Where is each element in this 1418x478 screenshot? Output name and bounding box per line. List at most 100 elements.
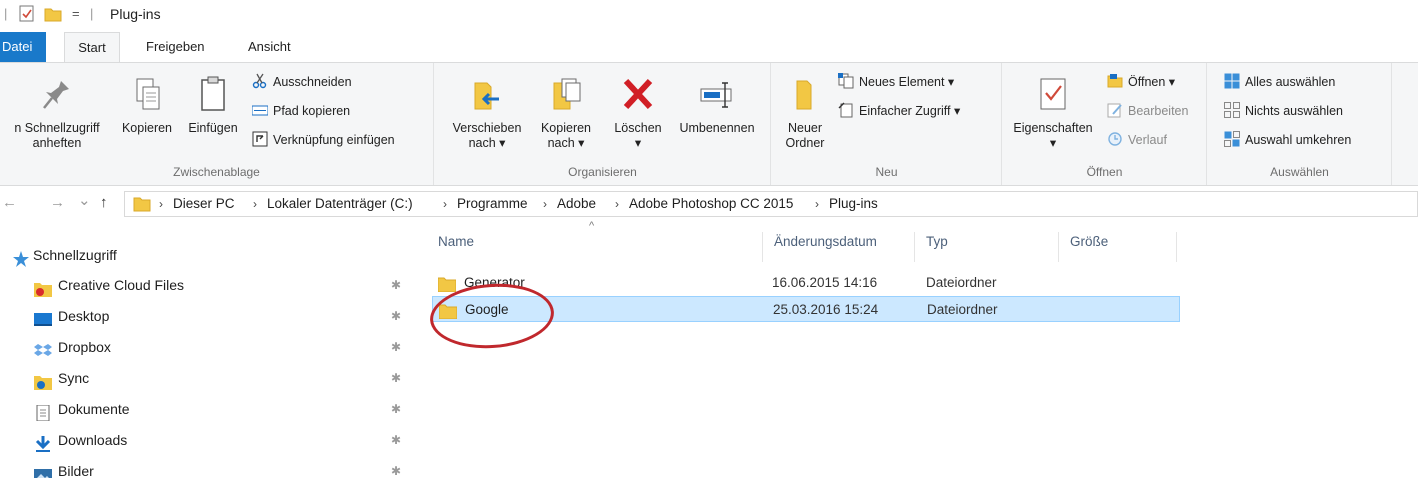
edit-button[interactable]: Bearbeiten <box>1107 100 1188 122</box>
sync-folder-icon <box>34 370 52 390</box>
nav-item-dokumente[interactable]: Dokumente ✱ <box>0 394 412 424</box>
file-row-google[interactable]: Google 25.03.2016 15:24 Dateiordner <box>432 296 1180 322</box>
cut-label: Ausschneiden <box>273 75 352 89</box>
select-none-label: Nichts auswählen <box>1245 104 1343 118</box>
rename-button[interactable]: Umbenennen <box>671 75 763 136</box>
copy-to-button[interactable]: Kopieren nach ▾ <box>533 75 599 151</box>
sort-indicator: ^ <box>589 220 595 232</box>
column-divider[interactable] <box>762 232 763 262</box>
easy-access-button[interactable]: Einfacher Zugriff ▾ <box>838 100 960 122</box>
breadcrumb-separator: › <box>615 197 619 211</box>
pictures-icon <box>34 463 52 478</box>
download-arrow-icon <box>34 432 52 452</box>
column-header-type[interactable]: Typ <box>926 234 948 249</box>
open-group-label: Öffnen <box>1086 165 1123 179</box>
address-field[interactable]: › Dieser PC › Lokaler Datenträger (C:) ›… <box>124 191 1418 217</box>
quick-access-separator: | <box>4 6 8 21</box>
easy-access-label: Einfacher Zugriff ▾ <box>859 104 961 118</box>
column-divider[interactable] <box>1176 232 1177 262</box>
dropbox-icon <box>34 339 52 356</box>
nav-item-desktop[interactable]: Desktop ✱ <box>0 301 412 331</box>
pin-icon[interactable]: ✱ <box>391 301 401 331</box>
pin-icon <box>39 75 75 115</box>
documents-icon <box>34 401 52 422</box>
delete-dropdown: ▾ <box>634 136 642 150</box>
pin-quick-access-button[interactable]: n Schnellzugriff anheften <box>0 75 114 151</box>
tab-start[interactable]: Start <box>64 32 120 63</box>
select-all-button[interactable]: Alles auswählen <box>1224 71 1335 93</box>
pin-icon[interactable]: ✱ <box>391 456 401 478</box>
nav-item-bilder[interactable]: Bilder ✱ <box>0 456 412 478</box>
pin-icon[interactable]: ✱ <box>391 363 401 393</box>
select-none-icon <box>1224 102 1240 118</box>
column-header-date[interactable]: Änderungsdatum <box>774 234 877 249</box>
breadcrumb-photoshop[interactable]: Adobe Photoshop CC 2015 <box>629 192 793 216</box>
tab-freigeben[interactable]: Freigeben <box>138 32 213 62</box>
quick-access-dropdown[interactable]: = <box>72 6 80 21</box>
copy-path-icon <box>251 102 269 118</box>
new-folder-button[interactable]: Neuer Ordner <box>776 75 834 151</box>
cut-button[interactable]: Ausschneiden <box>252 71 352 93</box>
pin-icon[interactable]: ✱ <box>391 332 401 362</box>
move-to-button[interactable]: Verschieben nach ▾ <box>449 75 525 151</box>
file-date: 16.06.2015 14:16 <box>772 275 878 290</box>
new-item-button[interactable]: Neues Element ▾ <box>838 71 954 93</box>
paste-button[interactable]: Einfügen <box>180 75 246 136</box>
pin-icon[interactable]: ✱ <box>391 394 401 424</box>
nav-item-creative-cloud-files[interactable]: Creative Cloud Files ✱ <box>0 270 412 300</box>
invert-selection-label: Auswahl umkehren <box>1245 133 1352 147</box>
nav-item-dropbox[interactable]: Dropbox ✱ <box>0 332 412 362</box>
recent-locations-button[interactable]: ⌄ <box>78 191 91 209</box>
breadcrumb-adobe[interactable]: Adobe <box>557 192 596 216</box>
delete-button[interactable]: Löschen ▾ <box>607 75 669 151</box>
back-button[interactable]: ← <box>2 194 17 211</box>
file-name: Google <box>465 302 509 317</box>
copy-path-button[interactable]: Pfad kopieren <box>251 100 350 122</box>
select-group: Alles auswählen Nichts auswählen Auswahl… <box>1208 63 1392 185</box>
file-type: Dateiordner <box>926 275 997 290</box>
tab-ansicht[interactable]: Ansicht <box>240 32 299 62</box>
copy-to-icon <box>548 75 584 115</box>
file-type: Dateiordner <box>927 302 998 317</box>
column-divider[interactable] <box>914 232 915 262</box>
file-row-generator[interactable]: Generator 16.06.2015 14:16 Dateiordner <box>432 270 1180 296</box>
column-header-size[interactable]: Größe <box>1070 234 1108 249</box>
nav-quick-access[interactable]: Schnellzugriff <box>0 240 412 270</box>
nav-item-sync[interactable]: Sync ✱ <box>0 363 412 393</box>
paste-shortcut-button[interactable]: Verknüpfung einfügen <box>252 129 395 151</box>
breadcrumb-local-disk[interactable]: Lokaler Datenträger (C:) <box>267 192 413 216</box>
forward-button[interactable]: → <box>50 194 65 211</box>
ribbon-tabs: Datei Start Freigeben Ansicht <box>0 32 1418 63</box>
tab-datei[interactable]: Datei <box>0 32 46 62</box>
column-divider[interactable] <box>1058 232 1059 262</box>
breadcrumb-separator: › <box>543 197 547 211</box>
pin-icon[interactable]: ✱ <box>391 270 401 300</box>
properties-quick-icon[interactable] <box>18 5 36 26</box>
breadcrumb-programme[interactable]: Programme <box>457 192 528 216</box>
copy-to-label-line1: Kopieren <box>540 121 592 135</box>
creative-cloud-folder-icon <box>34 277 52 297</box>
up-button[interactable]: ↑ <box>100 194 108 211</box>
title-separator: | <box>90 6 94 21</box>
column-header-name[interactable]: Name <box>438 234 474 249</box>
select-none-button[interactable]: Nichts auswählen <box>1224 100 1343 122</box>
breadcrumb-separator: › <box>443 197 447 211</box>
breadcrumb-plug-ins[interactable]: Plug-ins <box>829 192 878 216</box>
properties-button[interactable]: Eigenschaften ▾ <box>1007 75 1099 151</box>
pin-icon[interactable]: ✱ <box>391 425 401 455</box>
nav-item-label: Downloads <box>58 432 128 448</box>
nav-item-downloads[interactable]: Downloads ✱ <box>0 425 412 455</box>
copy-button[interactable]: Kopieren <box>116 75 178 136</box>
open-button[interactable]: Öffnen ▾ <box>1107 71 1175 93</box>
history-button[interactable]: Verlauf <box>1107 129 1167 151</box>
folder-icon <box>438 302 458 320</box>
new-item-icon <box>838 73 854 89</box>
new-folder-quick-icon[interactable] <box>44 5 62 26</box>
nav-item-label: Creative Cloud Files <box>58 277 185 293</box>
breadcrumb-dieser-pc[interactable]: Dieser PC <box>173 192 235 216</box>
new-folder-icon <box>787 75 823 115</box>
clipboard-group: n Schnellzugriff anheften Kopieren Einfü… <box>0 63 434 185</box>
invert-selection-button[interactable]: Auswahl umkehren <box>1224 129 1351 151</box>
window-title: Plug-ins <box>110 6 161 22</box>
organize-group: Verschieben nach ▾ Kopieren nach ▾ Lösch… <box>435 63 771 185</box>
